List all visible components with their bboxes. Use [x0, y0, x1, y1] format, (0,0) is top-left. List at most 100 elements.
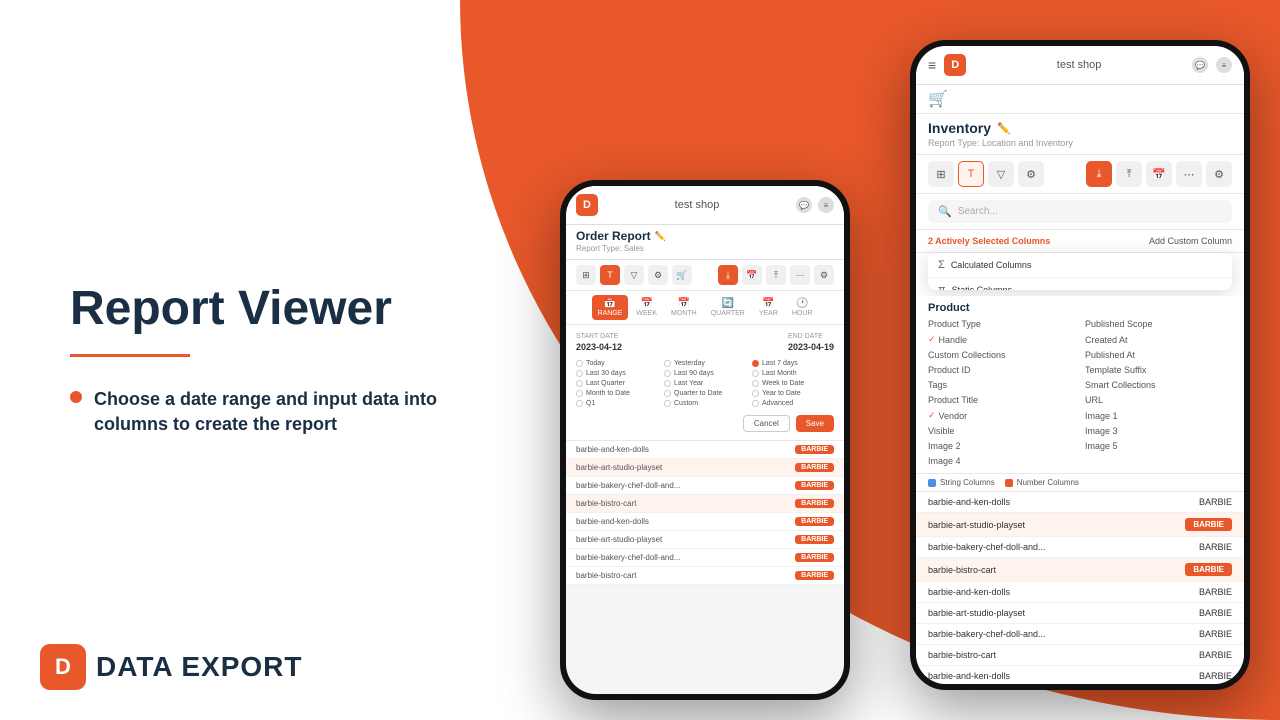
- date-opt-weektodate[interactable]: Week to Date: [752, 380, 834, 387]
- tab-quarter[interactable]: 🔄 QUARTER: [705, 295, 751, 320]
- col-image1[interactable]: Image 1: [1085, 409, 1232, 422]
- phone-left-store: test shop: [675, 199, 720, 211]
- col-url[interactable]: URL: [1085, 394, 1232, 406]
- hamburger-icon[interactable]: ≡: [928, 57, 936, 73]
- end-date-label: END DATE: [788, 333, 834, 340]
- col-product-type[interactable]: Product Type: [928, 318, 1075, 330]
- string-legend-dot: [928, 479, 936, 487]
- date-opt-lastquarter[interactable]: Last Quarter: [576, 380, 658, 387]
- tab-week[interactable]: 📅 WEEK: [630, 295, 663, 320]
- date-opt-lastyear[interactable]: Last Year: [664, 380, 746, 387]
- bullet-icon: [70, 391, 82, 403]
- tab-hour[interactable]: 🕐 HOUR: [786, 295, 819, 320]
- date-opt-advanced[interactable]: Advanced: [752, 400, 834, 407]
- chat-icon[interactable]: 💬: [796, 197, 812, 213]
- inv-table-row: barbie-and-ken-dolls BARBIE: [916, 666, 1244, 684]
- add-custom-column-btn[interactable]: Add Custom Column: [1149, 236, 1232, 246]
- number-columns-legend: Number Columns: [1005, 478, 1079, 487]
- col-tags[interactable]: Tags: [928, 379, 1075, 391]
- date-opt-last7[interactable]: Last 7 days: [752, 360, 834, 367]
- inv-edit-icon[interactable]: ✏️: [997, 122, 1011, 135]
- date-opt-yeartodate[interactable]: Year to Date: [752, 390, 834, 397]
- date-opt-last30[interactable]: Last 30 days: [576, 370, 658, 377]
- col-image5[interactable]: Image 5: [1085, 440, 1232, 452]
- search-bar[interactable]: 🔍 Search...: [928, 200, 1232, 223]
- toolbar-right-buttons: ⤓ 📅 ⤒ ⋯ ⚙: [718, 265, 834, 285]
- inv-upload-btn[interactable]: ⤒: [1116, 161, 1142, 187]
- date-range-section: START DATE 2023-04-12 END DATE 2023-04-1…: [566, 325, 844, 441]
- calendar-btn[interactable]: 📅: [742, 265, 762, 285]
- inv-gear-btn[interactable]: ⚙: [1206, 161, 1232, 187]
- inv-more-btn[interactable]: ⋯: [1176, 161, 1202, 187]
- end-date-value: 2023-04-19: [788, 342, 834, 352]
- col-image4[interactable]: Image 4: [928, 455, 1075, 467]
- table-row: barbie-bakery-chef-doll-and... BARBIE: [566, 477, 844, 495]
- left-data-table: barbie-and-ken-dolls BARBIE barbie-art-s…: [566, 441, 844, 694]
- upload-btn[interactable]: ⤒: [766, 265, 786, 285]
- inv-settings-btn[interactable]: ⚙: [1018, 161, 1044, 187]
- col-handle[interactable]: ✓ Handle: [928, 333, 1075, 346]
- inv-title-row: Inventory ✏️: [928, 120, 1232, 136]
- inv-download-btn[interactable]: ⤓: [1086, 161, 1112, 187]
- col-image3[interactable]: Image 3: [1085, 425, 1232, 437]
- date-opt-custom[interactable]: Custom: [664, 400, 746, 407]
- gear-btn-right[interactable]: ⚙: [814, 265, 834, 285]
- product-section-label: Product: [928, 302, 1232, 314]
- inv-calendar-btn[interactable]: 📅: [1146, 161, 1172, 187]
- inv-menu-dots[interactable]: ≡: [1216, 57, 1232, 73]
- col-vendor[interactable]: ✓ Vendor: [928, 409, 1075, 422]
- phone-right: ≡ D test shop 💬 ≡ 🛒 Inventory ✏️ Report …: [910, 40, 1250, 690]
- col-product-title[interactable]: Product Title: [928, 394, 1075, 406]
- settings-icon-btn[interactable]: ⚙: [648, 265, 668, 285]
- col-published-at[interactable]: Published At: [1085, 349, 1232, 361]
- download-btn[interactable]: ⤓: [718, 265, 738, 285]
- table-icon-btn[interactable]: ⊞: [576, 265, 596, 285]
- phone-left: D test shop 💬 ≡ Order Report ✏️ Report T…: [560, 180, 850, 700]
- edit-icon[interactable]: ✏️: [655, 231, 666, 242]
- static-columns-item[interactable]: π Static Columns: [928, 278, 1232, 290]
- inv-table-row: barbie-bakery-chef-doll-and... BARBIE: [916, 624, 1244, 645]
- date-button-row: Cancel Save: [576, 415, 834, 432]
- date-opt-last90[interactable]: Last 90 days: [664, 370, 746, 377]
- table-row: barbie-bistro-cart BARBIE: [566, 495, 844, 513]
- tab-range[interactable]: 📅 RANGE: [592, 295, 629, 320]
- inv-filter-btn[interactable]: ▽: [988, 161, 1014, 187]
- inv-text-btn[interactable]: T: [958, 161, 984, 187]
- date-opt-yesterday[interactable]: Yesterday: [664, 360, 746, 367]
- date-opt-lastmonth[interactable]: Last Month: [752, 370, 834, 377]
- col-published-scope[interactable]: Published Scope: [1085, 318, 1232, 330]
- col-image2[interactable]: Image 2: [928, 440, 1075, 452]
- logo-icon: D: [40, 644, 86, 690]
- cart-icon[interactable]: 🛒: [928, 89, 948, 109]
- text-icon-btn[interactable]: T: [600, 265, 620, 285]
- col-custom-collections[interactable]: Custom Collections: [928, 349, 1075, 361]
- inv-table-row: barbie-art-studio-playset BARBIE: [916, 603, 1244, 624]
- table-row: barbie-bistro-cart BARBIE: [566, 567, 844, 585]
- string-columns-label: String Columns: [940, 478, 995, 487]
- columns-selected-label: 2 Actively Selected Columns: [928, 236, 1050, 246]
- date-opt-monthtodate[interactable]: Month to Date: [576, 390, 658, 397]
- date-opt-today[interactable]: Today: [576, 360, 658, 367]
- col-visible[interactable]: Visible: [928, 425, 1075, 437]
- date-opt-quartertodate[interactable]: Quarter to Date: [664, 390, 746, 397]
- date-opt-q1[interactable]: Q1: [576, 400, 658, 407]
- inv-chat-icon[interactable]: 💬: [1192, 57, 1208, 73]
- save-button[interactable]: Save: [796, 415, 834, 432]
- inv-title-section: Inventory ✏️ Report Type: Location and I…: [916, 114, 1244, 155]
- more-btn[interactable]: ⋯: [790, 265, 810, 285]
- date-tabs: 📅 RANGE 📅 WEEK 📅 MONTH 🔄 QUARTER 📅 YEAR …: [566, 291, 844, 325]
- left-toolbar: ⊞ T ▽ ⚙ 🛒 ⤓ 📅 ⤒ ⋯ ⚙: [566, 260, 844, 291]
- col-product-id[interactable]: Product ID: [928, 364, 1075, 376]
- col-smart-collections[interactable]: Smart Collections: [1085, 379, 1232, 391]
- inv-table-btn[interactable]: ⊞: [928, 161, 954, 187]
- col-created-at[interactable]: Created At: [1085, 333, 1232, 346]
- cancel-button[interactable]: Cancel: [743, 415, 790, 432]
- cart-icon-btn[interactable]: 🛒: [672, 265, 692, 285]
- tab-month[interactable]: 📅 MONTH: [665, 295, 703, 320]
- inv-table-row: barbie-art-studio-playset BARBIE: [916, 513, 1244, 537]
- menu-icon[interactable]: ≡: [818, 197, 834, 213]
- calculated-columns-item[interactable]: Σ Calculated Columns: [928, 253, 1232, 278]
- filter-icon-btn[interactable]: ▽: [624, 265, 644, 285]
- col-template-suffix[interactable]: Template Suffix: [1085, 364, 1232, 376]
- tab-year[interactable]: 📅 YEAR: [753, 295, 784, 320]
